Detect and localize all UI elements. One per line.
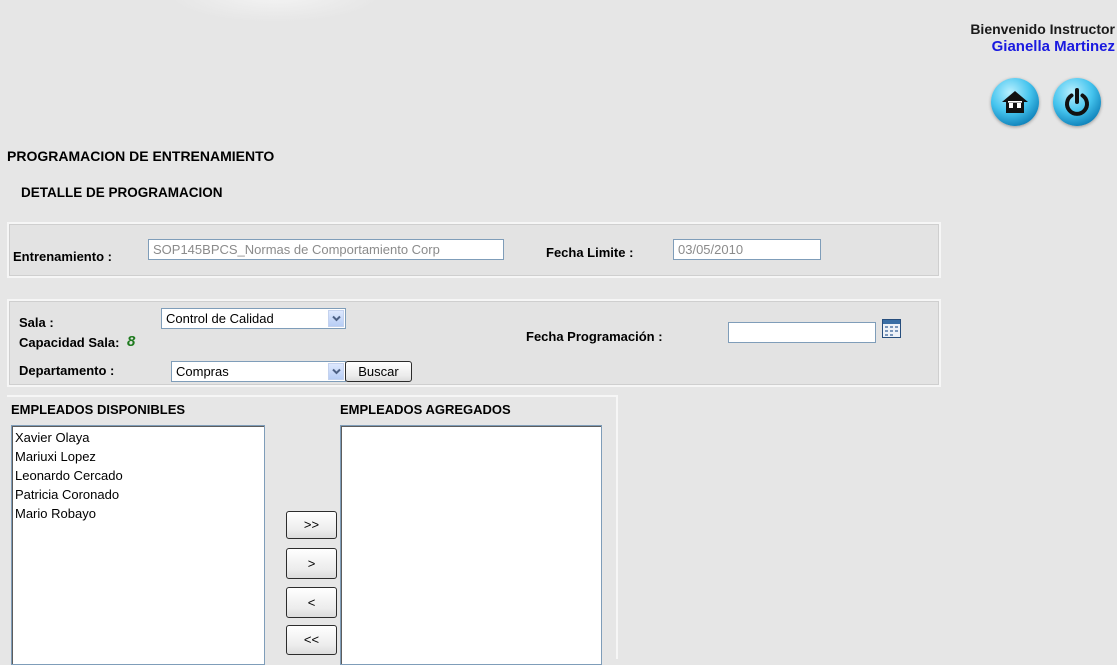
room-label: Sala :	[19, 315, 54, 330]
home-icon	[1000, 87, 1030, 117]
header-logo-arc	[170, 0, 380, 22]
available-title: EMPLEADOS DISPONIBLES	[11, 402, 186, 417]
filters-panel: Sala : Control de Calidad Capacidad Sala…	[7, 299, 941, 387]
added-title: EMPLEADOS AGREGADOS	[340, 402, 511, 417]
chevron-down-icon	[328, 363, 344, 380]
page-title: PROGRAMACION DE ENTRENAMIENTO	[7, 148, 275, 164]
list-item[interactable]: Mariuxi Lopez	[15, 447, 261, 466]
user-name: Gianella Martinez	[991, 38, 1115, 55]
training-label: Entrenamiento :	[13, 249, 112, 264]
room-select[interactable]: Control de Calidad	[161, 308, 346, 329]
deadline-field[interactable]: 03/05/2010	[673, 239, 821, 260]
schedule-date-label: Fecha Programación :	[526, 329, 663, 344]
deadline-label: Fecha Limite :	[546, 245, 634, 260]
capacity-label: Capacidad Sala:	[19, 335, 120, 350]
remove-all-button[interactable]: <<	[286, 625, 337, 655]
list-item[interactable]: Mario Robayo	[15, 504, 261, 523]
chevron-down-icon	[328, 310, 344, 327]
logout-button[interactable]	[1053, 78, 1101, 126]
department-label: Departamento :	[19, 363, 115, 378]
available-employees-list[interactable]: Xavier Olaya Mariuxi Lopez Leonardo Cerc…	[11, 425, 265, 665]
add-one-button[interactable]: >	[286, 548, 337, 579]
section-title: DETALLE DE PROGRAMACION	[21, 185, 223, 200]
home-button[interactable]	[991, 78, 1039, 126]
department-select-value: Compras	[176, 364, 229, 379]
department-select[interactable]: Compras	[171, 361, 346, 382]
power-icon	[1061, 86, 1093, 118]
training-panel: Entrenamiento : SOP145BPCS_Normas de Com…	[7, 222, 941, 278]
schedule-date-field[interactable]	[728, 322, 876, 343]
calendar-icon[interactable]	[882, 319, 901, 338]
added-employees-list[interactable]	[340, 425, 602, 665]
list-item[interactable]: Patricia Coronado	[15, 485, 261, 504]
add-all-button[interactable]: >>	[286, 511, 337, 539]
remove-one-button[interactable]: <	[286, 587, 337, 618]
room-select-value: Control de Calidad	[166, 311, 274, 326]
training-field[interactable]: SOP145BPCS_Normas de Comportamiento Corp	[148, 239, 504, 260]
welcome-text: Bienvenido Instructor	[970, 21, 1115, 37]
list-item[interactable]: Xavier Olaya	[15, 428, 261, 447]
search-button[interactable]: Buscar	[345, 361, 412, 382]
list-item[interactable]: Leonardo Cercado	[15, 466, 261, 485]
capacity-value: 8	[127, 333, 136, 350]
